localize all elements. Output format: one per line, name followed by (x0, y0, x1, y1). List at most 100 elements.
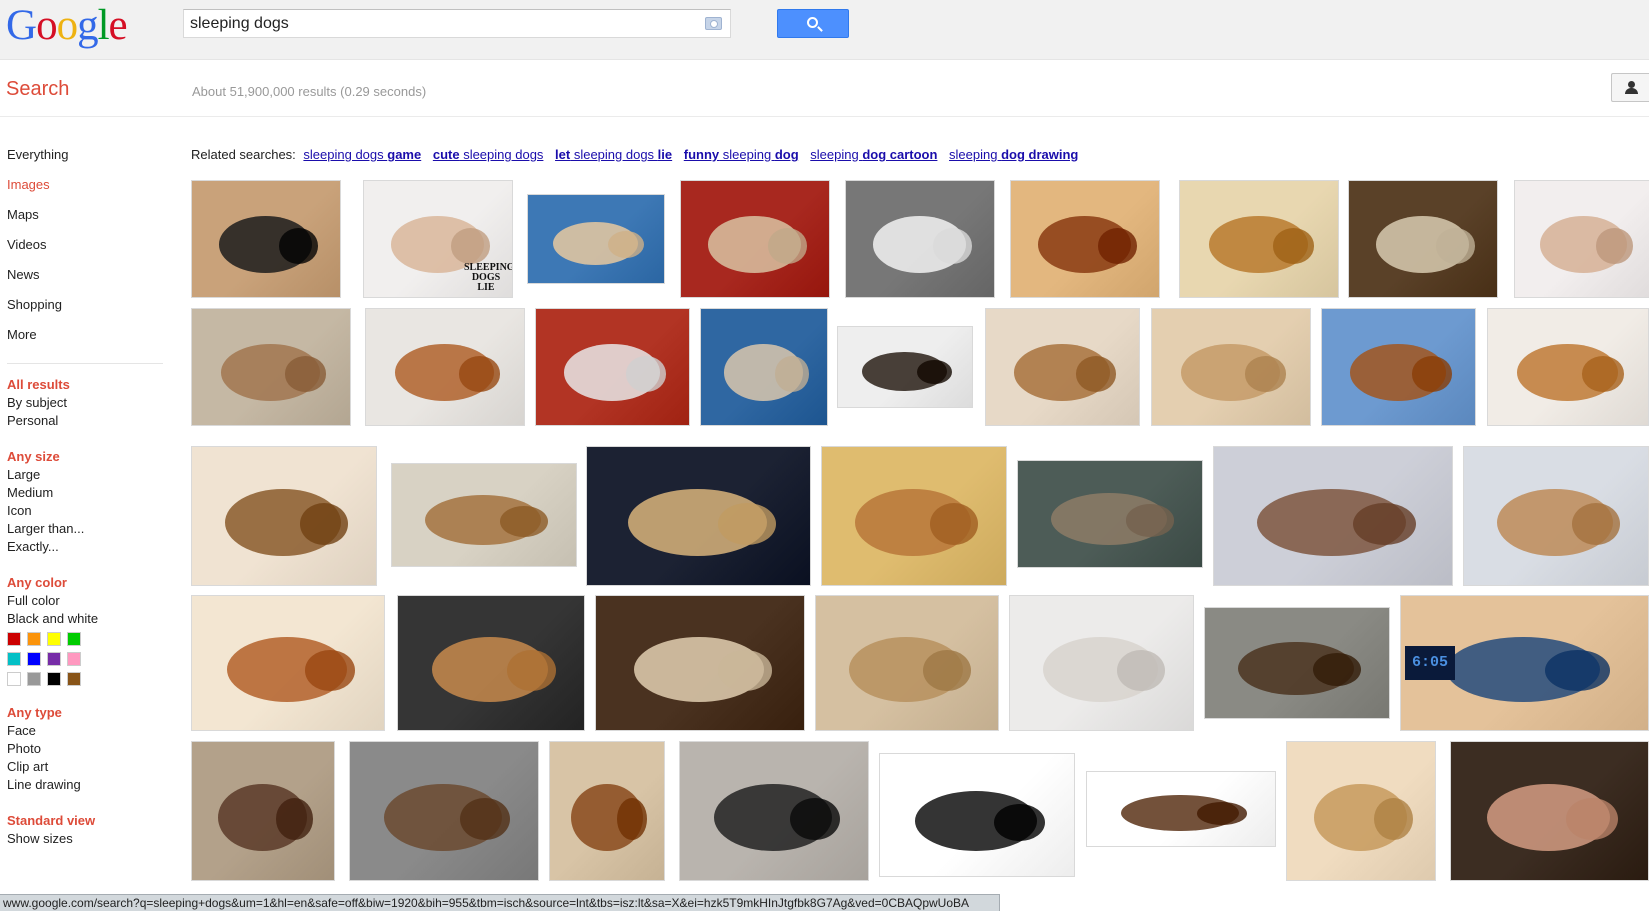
image-result-thumbnail[interactable] (679, 741, 869, 881)
filter-by-subject[interactable]: By subject (7, 394, 167, 412)
sidebar-item-more[interactable]: More (7, 320, 167, 350)
filter-size-large[interactable]: Large (7, 466, 167, 484)
filter-size-icon[interactable]: Icon (7, 502, 167, 520)
color-swatch[interactable] (7, 672, 21, 686)
image-result-thumbnail[interactable] (1213, 446, 1453, 586)
filter-type-photo[interactable]: Photo (7, 740, 167, 758)
related-link-funny[interactable]: funny sleeping dog (684, 147, 799, 162)
filter-any-type[interactable]: Any type (7, 704, 167, 722)
search-box[interactable] (183, 9, 731, 38)
image-result-thumbnail[interactable] (1010, 180, 1160, 298)
image-result-thumbnail[interactable] (821, 446, 1007, 586)
filter-all-results[interactable]: All results (7, 376, 167, 394)
image-result-thumbnail[interactable] (1204, 607, 1390, 719)
color-swatch[interactable] (67, 672, 81, 686)
image-result-thumbnail[interactable] (586, 446, 811, 586)
filter-type-clip-art[interactable]: Clip art (7, 758, 167, 776)
color-swatch[interactable] (67, 632, 81, 646)
related-link-cartoon[interactable]: sleeping dog cartoon (810, 147, 937, 162)
image-result-thumbnail[interactable] (1086, 771, 1276, 847)
image-result-thumbnail[interactable] (535, 308, 690, 426)
image-result-thumbnail[interactable] (837, 326, 973, 408)
dog-head-shape (499, 505, 549, 537)
sidebar-item-images[interactable]: Images (7, 170, 167, 200)
color-swatch[interactable] (27, 632, 41, 646)
related-link-let-lie[interactable]: let sleeping dogs lie (555, 147, 672, 162)
image-result-thumbnail[interactable] (397, 595, 585, 731)
sidebar-item-everything[interactable]: Everything (7, 140, 167, 170)
color-swatch[interactable] (7, 652, 21, 666)
sidebar-item-shopping[interactable]: Shopping (7, 290, 167, 320)
color-swatch[interactable] (47, 672, 61, 686)
dog-head-shape (1581, 356, 1625, 392)
image-result-thumbnail[interactable] (349, 741, 539, 881)
image-result-thumbnail[interactable] (815, 595, 999, 731)
image-result-thumbnail[interactable] (680, 180, 830, 298)
filter-any-color[interactable]: Any color (7, 574, 167, 592)
image-result-thumbnail[interactable] (191, 595, 385, 731)
dog-head-shape (933, 228, 972, 264)
account-button[interactable] (1611, 73, 1649, 102)
filter-type-face[interactable]: Face (7, 722, 167, 740)
image-result-thumbnail[interactable] (1463, 446, 1649, 586)
search-button[interactable] (777, 9, 849, 38)
related-link-game[interactable]: sleeping dogs game (303, 147, 421, 162)
filter-show-sizes[interactable]: Show sizes (7, 830, 167, 848)
image-result-thumbnail[interactable] (1348, 180, 1498, 298)
image-result-thumbnail[interactable] (845, 180, 995, 298)
image-result-thumbnail[interactable] (1514, 180, 1649, 298)
related-link-drawing[interactable]: sleeping dog drawing (949, 147, 1078, 162)
filter-personal[interactable]: Personal (7, 412, 167, 430)
image-result-thumbnail[interactable] (1450, 741, 1649, 881)
color-swatch[interactable] (67, 652, 81, 666)
image-result-thumbnail[interactable] (879, 753, 1075, 877)
image-result-thumbnail[interactable] (595, 595, 805, 731)
image-result-thumbnail[interactable] (1321, 308, 1476, 426)
image-result-thumbnail[interactable] (700, 308, 828, 426)
image-result-thumbnail[interactable] (391, 463, 577, 567)
image-result-thumbnail[interactable] (191, 446, 377, 586)
dog-head-shape (284, 356, 327, 392)
color-swatch[interactable] (47, 652, 61, 666)
color-swatch[interactable] (7, 632, 21, 646)
image-result-thumbnail[interactable] (191, 308, 351, 426)
sidebar-item-videos[interactable]: Videos (7, 230, 167, 260)
image-result-thumbnail[interactable] (191, 741, 335, 881)
filter-full-color[interactable]: Full color (7, 592, 167, 610)
image-result-thumbnail[interactable] (549, 741, 665, 881)
filter-size-exactly[interactable]: Exactly... (7, 538, 167, 556)
dog-head-shape (1545, 650, 1611, 692)
google-logo[interactable]: Google (6, 2, 128, 50)
camera-icon[interactable] (705, 17, 722, 30)
filter-type-line-drawing[interactable]: Line drawing (7, 776, 167, 794)
filter-standard-view[interactable]: Standard view (7, 812, 167, 830)
color-swatch[interactable] (27, 672, 41, 686)
image-result-thumbnail[interactable] (1179, 180, 1339, 298)
color-swatch[interactable] (47, 632, 61, 646)
image-result-thumbnail[interactable] (985, 308, 1140, 426)
dog-head-shape (775, 356, 809, 392)
filter-size-medium[interactable]: Medium (7, 484, 167, 502)
image-result-thumbnail[interactable] (191, 180, 341, 298)
image-result-thumbnail[interactable] (1487, 308, 1649, 426)
search-title: Search (6, 78, 70, 100)
image-result-thumbnail[interactable] (1151, 308, 1311, 426)
filter-black-and-white[interactable]: Black and white (7, 610, 167, 628)
image-result-thumbnail[interactable] (1009, 595, 1194, 731)
dog-head-shape (625, 356, 667, 392)
related-link-cute[interactable]: cute sleeping dogs (433, 147, 544, 162)
image-result-thumbnail[interactable] (365, 308, 525, 426)
filter-size-larger-than[interactable]: Larger than... (7, 520, 167, 538)
dog-head-shape (922, 650, 971, 692)
image-result-thumbnail[interactable] (1286, 741, 1436, 881)
logo-letter: g (77, 2, 98, 49)
image-result-thumbnail[interactable]: SLEEPING DOGS LIE (363, 180, 513, 298)
image-result-thumbnail[interactable] (1017, 460, 1203, 568)
image-result-thumbnail[interactable]: 6:05 (1400, 595, 1649, 731)
search-input[interactable] (190, 13, 690, 34)
filter-any-size[interactable]: Any size (7, 448, 167, 466)
sidebar-item-maps[interactable]: Maps (7, 200, 167, 230)
color-swatch[interactable] (27, 652, 41, 666)
image-result-thumbnail[interactable] (527, 194, 665, 284)
sidebar-item-news[interactable]: News (7, 260, 167, 290)
